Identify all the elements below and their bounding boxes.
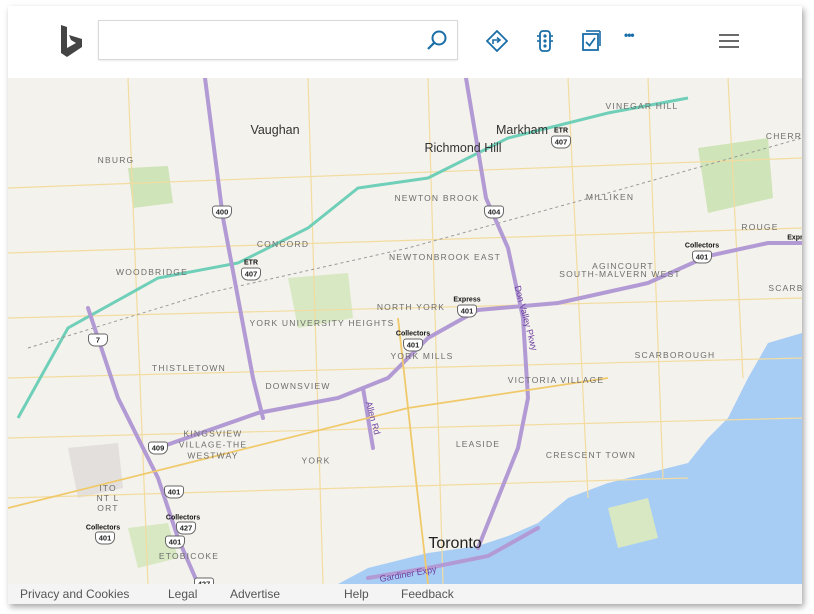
neighbourhood-label: THISTLETOWN bbox=[152, 363, 226, 373]
city-label: Richmond Hill bbox=[424, 141, 502, 155]
highway-shield: 427 bbox=[176, 521, 196, 535]
footer-link-feedback[interactable]: Feedback bbox=[401, 587, 454, 601]
city-label: Toronto bbox=[428, 535, 482, 552]
highway-shield: 404 bbox=[484, 205, 504, 219]
neighbourhood-label: YORK bbox=[301, 455, 331, 466]
neighbourhood-label: CHERR bbox=[765, 131, 802, 141]
park-area bbox=[128, 166, 173, 208]
highway-tag: Collectors bbox=[165, 514, 201, 522]
bing-logo-icon[interactable] bbox=[58, 24, 86, 58]
highway-tag: Collectors bbox=[395, 330, 431, 338]
highway-shield: 401 bbox=[95, 531, 115, 545]
neighbourhood-label: VICTORIA VILLAGE bbox=[507, 375, 605, 385]
neighbourhood-label: LEASIDE bbox=[455, 439, 501, 449]
highway-shield: 7 bbox=[88, 333, 108, 347]
neighbourhood-label: NEWTON BROOK bbox=[394, 193, 480, 203]
hamburger-menu-icon[interactable] bbox=[718, 32, 740, 50]
highway-tag: ETR bbox=[244, 259, 258, 267]
neighbourhood-label: NT L bbox=[96, 493, 120, 503]
highway-tag: Express bbox=[453, 296, 481, 304]
footer-link-legal[interactable]: Legal bbox=[168, 587, 197, 601]
search-icon[interactable] bbox=[425, 29, 449, 53]
neighbourhood-label: NBURG bbox=[97, 155, 135, 165]
footer-link-help[interactable]: Help bbox=[344, 587, 369, 601]
search-box bbox=[98, 20, 458, 60]
neighbourhood-label: NEWTONBROOK EAST bbox=[388, 252, 502, 262]
more-options-button[interactable]: ••• bbox=[624, 28, 654, 50]
highway-shield: 407 bbox=[241, 267, 261, 281]
map-canvas[interactable]: Vaughan Markham Richmond Hill Toronto NEWTON… bbox=[8, 78, 802, 584]
neighbourhood-label: ORT bbox=[97, 503, 119, 513]
neighbourhood-label: SCARBOROUGH bbox=[634, 350, 716, 360]
my-places-icon[interactable] bbox=[581, 30, 603, 52]
neighbourhood-label: DOWNSVIEW bbox=[265, 381, 331, 391]
highway-shield: 401 bbox=[692, 250, 712, 264]
neighbourhood-label: ETOBICOKE bbox=[158, 551, 220, 561]
neighbourhood-label: YORK UNIVERSITY HEIGHTS bbox=[249, 318, 395, 328]
highway-shield: 409 bbox=[148, 441, 168, 455]
neighbourhood-label: NORTH YORK bbox=[376, 302, 446, 312]
neighbourhood-label: MILLIKEN bbox=[585, 192, 635, 202]
neighbourhood-label: VINEGAR HILL bbox=[605, 101, 679, 111]
neighbourhood-label: WOODBRIDGE bbox=[116, 267, 188, 277]
neighbourhood-label: SCARB bbox=[768, 283, 802, 293]
highway-shield: 400 bbox=[212, 205, 232, 219]
neighbourhood-label: YORK MILLS bbox=[390, 351, 454, 361]
highway-shield: 401 bbox=[165, 535, 185, 549]
highway-shield: 407 bbox=[551, 135, 571, 149]
neighbourhood-label: CRESCENT TOWN bbox=[545, 450, 637, 460]
neighbourhood-label: SOUTH-MALVERN WEST bbox=[559, 269, 681, 279]
map-window: ••• Vaughan Markham Richmond Hill Toront… bbox=[8, 6, 802, 604]
neighbourhood-label: CONCORD bbox=[256, 239, 310, 249]
neighbourhood-label: KINGSVIEW VILLAGE-THE WESTWAY bbox=[178, 428, 248, 461]
highway-407 bbox=[16, 96, 689, 419]
highway-tag: Collectors bbox=[684, 242, 720, 250]
park-area bbox=[698, 138, 773, 213]
top-toolbar: ••• bbox=[8, 6, 802, 78]
footer-link-privacy[interactable]: Privacy and Cookies bbox=[20, 587, 129, 601]
highway-tag: ETR bbox=[554, 127, 568, 135]
neighbourhood-label: ITO bbox=[99, 483, 117, 493]
highway-shield: 401 bbox=[164, 485, 184, 499]
highway-tag: Collectors bbox=[85, 524, 121, 532]
highway-shield: 401 bbox=[403, 338, 423, 352]
footer-link-advertise[interactable]: Advertise bbox=[230, 587, 280, 601]
search-input[interactable] bbox=[107, 27, 411, 55]
footer-bar: Privacy and Cookies Legal Advertise Help… bbox=[8, 584, 802, 604]
highway-shield: 401 bbox=[457, 304, 477, 318]
traffic-icon[interactable] bbox=[534, 30, 556, 52]
highway-tag: Expr bbox=[787, 234, 802, 242]
city-label: Vaughan bbox=[250, 123, 300, 137]
directions-icon[interactable] bbox=[486, 30, 508, 52]
city-label: Markham bbox=[495, 123, 549, 137]
neighbourhood-label: ROUGE bbox=[741, 222, 779, 232]
